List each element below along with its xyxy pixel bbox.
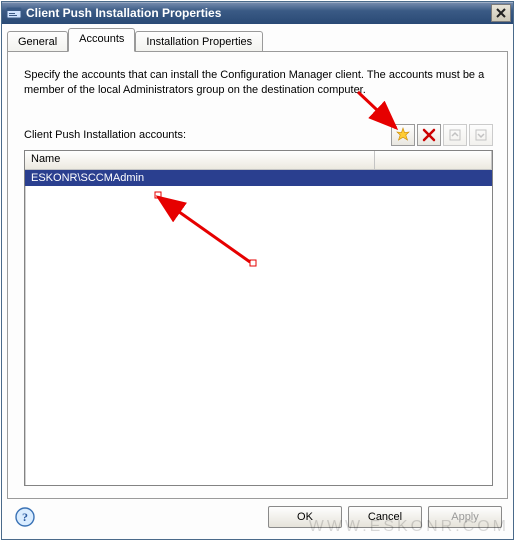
column-header-blank[interactable]: [375, 151, 492, 169]
svg-text:?: ?: [22, 510, 28, 524]
help-icon: ?: [15, 507, 35, 527]
titlebar: Client Push Installation Properties: [2, 2, 513, 24]
move-up-icon: [448, 128, 462, 142]
add-account-button[interactable]: [391, 124, 415, 146]
account-name-cell: ESKONR\SCCMAdmin: [25, 171, 375, 185]
cancel-button[interactable]: Cancel: [348, 506, 422, 528]
description-text: Specify the accounts that can install th…: [24, 68, 493, 98]
apply-button[interactable]: Apply: [428, 506, 502, 528]
table-row[interactable]: ESKONR\SCCMAdmin: [25, 170, 492, 186]
tab-content-accounts: Specify the accounts that can install th…: [7, 51, 508, 499]
column-header-name[interactable]: Name: [25, 151, 375, 169]
accounts-toolbar: [391, 124, 493, 146]
tab-strip: General Accounts Installation Properties: [7, 29, 508, 51]
tab-installation-properties[interactable]: Installation Properties: [135, 31, 263, 52]
accounts-listview[interactable]: Name ESKONR\SCCMAdmin: [24, 150, 493, 486]
close-button[interactable]: [491, 4, 511, 22]
dialog-button-row: ? OK Cancel Apply: [7, 499, 508, 535]
delete-account-button[interactable]: [417, 124, 441, 146]
move-down-icon: [474, 128, 488, 142]
window-title: Client Push Installation Properties: [26, 6, 491, 20]
tab-accounts[interactable]: Accounts: [68, 28, 135, 52]
ok-button[interactable]: OK: [268, 506, 342, 528]
close-icon: [496, 8, 506, 18]
new-star-icon: [395, 127, 411, 143]
dialog-body: General Accounts Installation Properties…: [2, 24, 513, 539]
list-body: ESKONR\SCCMAdmin: [25, 170, 492, 485]
list-header: Name: [25, 151, 492, 170]
delete-x-icon: [422, 128, 436, 142]
move-up-button[interactable]: [443, 124, 467, 146]
tab-general[interactable]: General: [7, 31, 68, 52]
app-icon: [6, 5, 22, 21]
accounts-header-row: Client Push Installation accounts:: [24, 124, 493, 146]
accounts-label: Client Push Installation accounts:: [24, 129, 186, 141]
help-button[interactable]: ?: [15, 507, 35, 527]
dialog-window: Client Push Installation Properties Gene…: [1, 1, 514, 540]
move-down-button[interactable]: [469, 124, 493, 146]
